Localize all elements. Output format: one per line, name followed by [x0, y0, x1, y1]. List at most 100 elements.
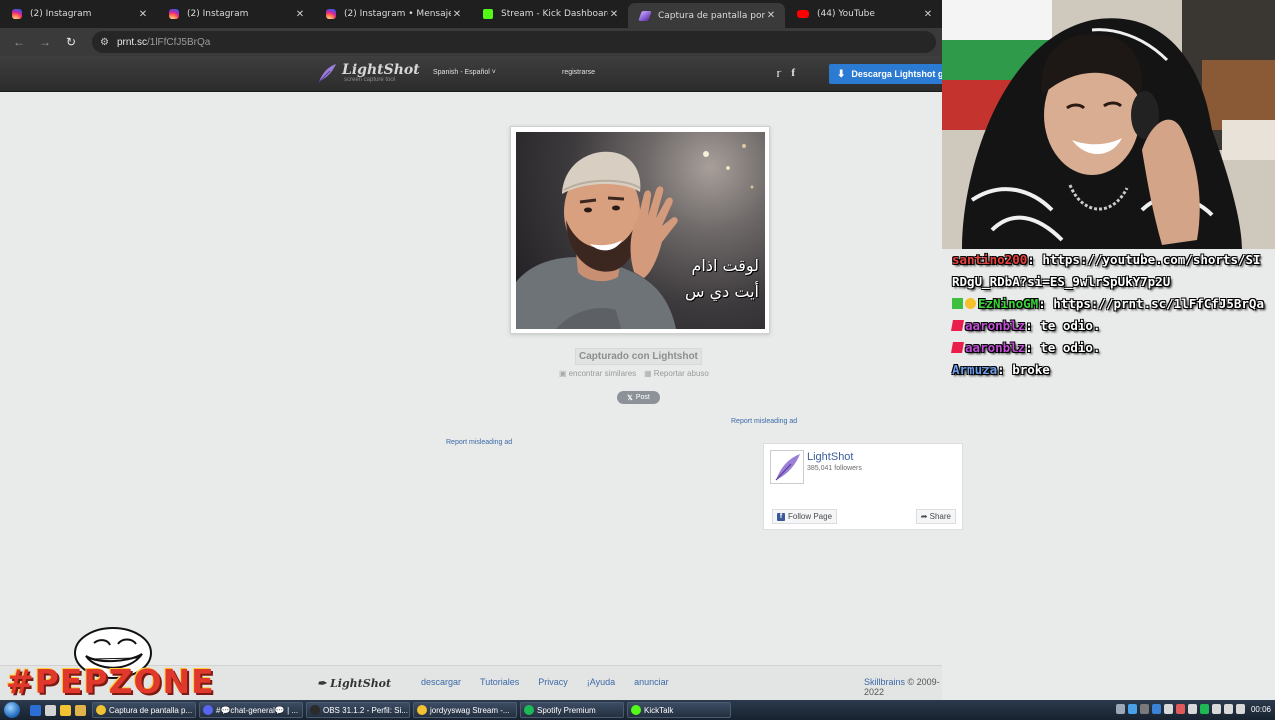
chat-message: Armuza: broke: [942, 359, 1267, 381]
chat-username[interactable]: santino200: [952, 252, 1027, 267]
taskbar-item[interactable]: OBS 31.1.2 - Perfil: Si...: [306, 702, 410, 718]
chat-badge-icon: [951, 320, 964, 331]
taskbar-item[interactable]: Captura de pantalla p...: [92, 702, 196, 718]
url-path: /1lFfCfJ5BrQa: [146, 36, 211, 48]
tray-icon[interactable]: [1140, 704, 1149, 714]
tray-icon[interactable]: [1128, 704, 1137, 714]
register-link[interactable]: registrarse: [562, 69, 595, 76]
back-icon[interactable]: ←: [8, 31, 30, 53]
flag-icon: ▦: [644, 369, 652, 378]
chat-text: : te odio.: [1025, 340, 1101, 355]
network-icon[interactable]: [1224, 704, 1233, 714]
chat-username[interactable]: aaronblz: [965, 318, 1025, 333]
page-avatar[interactable]: [770, 450, 804, 484]
share-button[interactable]: ➦ Share: [915, 509, 956, 524]
browser-tab[interactable]: (44) YouTube ✕: [785, 0, 942, 28]
explorer-icon[interactable]: [45, 704, 56, 716]
share-icon: ➦: [920, 512, 928, 521]
tray-icon[interactable]: [1176, 704, 1185, 714]
download-button[interactable]: ⬇ Descarga Lightshot gr: [829, 64, 949, 84]
lightshot-logo[interactable]: LightShot screen capture tool: [316, 62, 420, 84]
browser-tab[interactable]: (2) Instagram ✕: [0, 0, 157, 28]
address-bar[interactable]: ⚙ prnt.sc /1lFfCfJ5BrQa: [92, 31, 936, 53]
twitter-icon[interactable]: 𝕣: [776, 67, 781, 80]
app-icon: [310, 705, 320, 715]
app-icon: [203, 705, 213, 715]
footer-link[interactable]: Privacy: [538, 677, 568, 687]
instagram-icon: [12, 9, 22, 19]
tab-label: (2) Instagram: [187, 9, 249, 19]
taskbar-item[interactable]: #💬chat-general💬 | ...: [199, 702, 303, 718]
taskbar-item-label: Captura de pantalla p...: [109, 705, 193, 715]
facebook-icon[interactable]: f: [791, 67, 795, 80]
image-caption-line-2: أيت دي س: [685, 282, 759, 301]
app-icon: [524, 705, 534, 715]
taskbar-item-label: #💬chat-general💬 | ...: [216, 705, 299, 715]
chevron-down-icon: ˅: [491, 69, 496, 76]
facebook-icon: f: [777, 512, 785, 521]
taskbar-item[interactable]: jordyyswag Stream -...: [413, 702, 517, 718]
taskbar-item[interactable]: Spotify Premium: [520, 702, 624, 718]
follow-page-button[interactable]: f Follow Page: [772, 509, 838, 524]
close-icon[interactable]: ✕: [765, 10, 777, 21]
kick-icon: [483, 9, 493, 19]
chat-username[interactable]: EzNinoGM: [978, 296, 1038, 311]
spotify-icon[interactable]: [1200, 704, 1209, 714]
taskbar-item-label: OBS 31.1.2 - Perfil: Si...: [323, 705, 408, 715]
tray-icon[interactable]: [1164, 704, 1173, 714]
forward-icon[interactable]: →: [34, 31, 56, 53]
find-similar-link[interactable]: ▣ encontrar similares: [559, 369, 636, 378]
chat-username[interactable]: Armuza: [952, 362, 997, 377]
language-label: Spanish - Español: [433, 69, 490, 76]
footer-link[interactable]: anunciar: [634, 677, 669, 687]
camera-icon: ▣: [559, 369, 567, 378]
microphone-icon[interactable]: [1212, 704, 1221, 714]
footer-link[interactable]: descargar: [421, 677, 461, 687]
taskbar-items: Captura de pantalla p... #💬chat-general💬 …: [92, 702, 734, 718]
close-icon[interactable]: ✕: [137, 9, 149, 20]
report-abuse-link[interactable]: ▦ Reportar abuso: [644, 369, 709, 378]
taskbar-item[interactable]: KickTalk: [627, 702, 731, 718]
tray-icon[interactable]: [1116, 704, 1125, 714]
tab-label: (2) Instagram: [30, 9, 92, 19]
footer-logo[interactable]: ✒ LightShot: [317, 677, 391, 690]
chrome-icon[interactable]: [60, 704, 71, 716]
image-caption-line-1: لوقت اذام: [691, 256, 759, 275]
footer-link[interactable]: Tutoriales: [480, 677, 519, 687]
browser-tab[interactable]: (2) Instagram • Mensajes ✕: [314, 0, 471, 28]
page-name[interactable]: LightShot: [807, 451, 853, 463]
site-settings-icon[interactable]: ⚙: [100, 37, 109, 48]
x-icon: 𝕏: [627, 394, 633, 402]
tray-icon[interactable]: [1152, 704, 1161, 714]
tab-label: Stream - Kick Dashboard: [501, 9, 608, 19]
browser-tab[interactable]: (2) Instagram ✕: [157, 0, 314, 28]
screenshot-frame: لوقت اذام أيت دي س: [510, 126, 770, 334]
close-icon[interactable]: ✕: [294, 9, 306, 20]
close-icon[interactable]: ✕: [608, 9, 620, 20]
report-ad-link[interactable]: Report misleading ad: [731, 418, 797, 425]
chat-text: : te odio.: [1025, 318, 1101, 333]
browser-tab[interactable]: Captura de pantalla por Lightshot✕: [628, 3, 785, 28]
feather-icon: [775, 454, 800, 481]
chat-badge-icon: [965, 298, 976, 309]
taskbar-clock[interactable]: 00:06: [1251, 705, 1271, 714]
reload-icon[interactable]: ↻: [60, 31, 82, 53]
tray-icon[interactable]: [1188, 704, 1197, 714]
skillbrains-link[interactable]: Skillbrains: [864, 677, 905, 687]
chat-text: : https://prnt.sc/1lFfCfJ5BrQa: [1038, 296, 1264, 311]
folder-icon[interactable]: [75, 704, 86, 716]
language-selector[interactable]: Spanish - Español ˅: [433, 69, 496, 76]
browser-tab[interactable]: Stream - Kick Dashboard ✕: [471, 0, 628, 28]
close-icon[interactable]: ✕: [922, 9, 934, 20]
volume-icon[interactable]: [1236, 704, 1245, 714]
footer-link[interactable]: ¡Ayuda: [587, 677, 615, 687]
image-actions: ▣ encontrar similares ▦ Reportar abuso: [559, 369, 709, 378]
start-button[interactable]: [0, 700, 24, 720]
close-icon[interactable]: ✕: [451, 9, 463, 20]
screenshot-image[interactable]: لوقت اذام أيت دي س: [516, 132, 765, 329]
report-ad-link[interactable]: Report misleading ad: [446, 439, 512, 446]
chat-username[interactable]: aaronblz: [965, 340, 1025, 355]
download-icon: ⬇: [837, 68, 846, 80]
ie-icon[interactable]: [30, 704, 41, 716]
x-post-button[interactable]: 𝕏 Post: [617, 391, 660, 404]
